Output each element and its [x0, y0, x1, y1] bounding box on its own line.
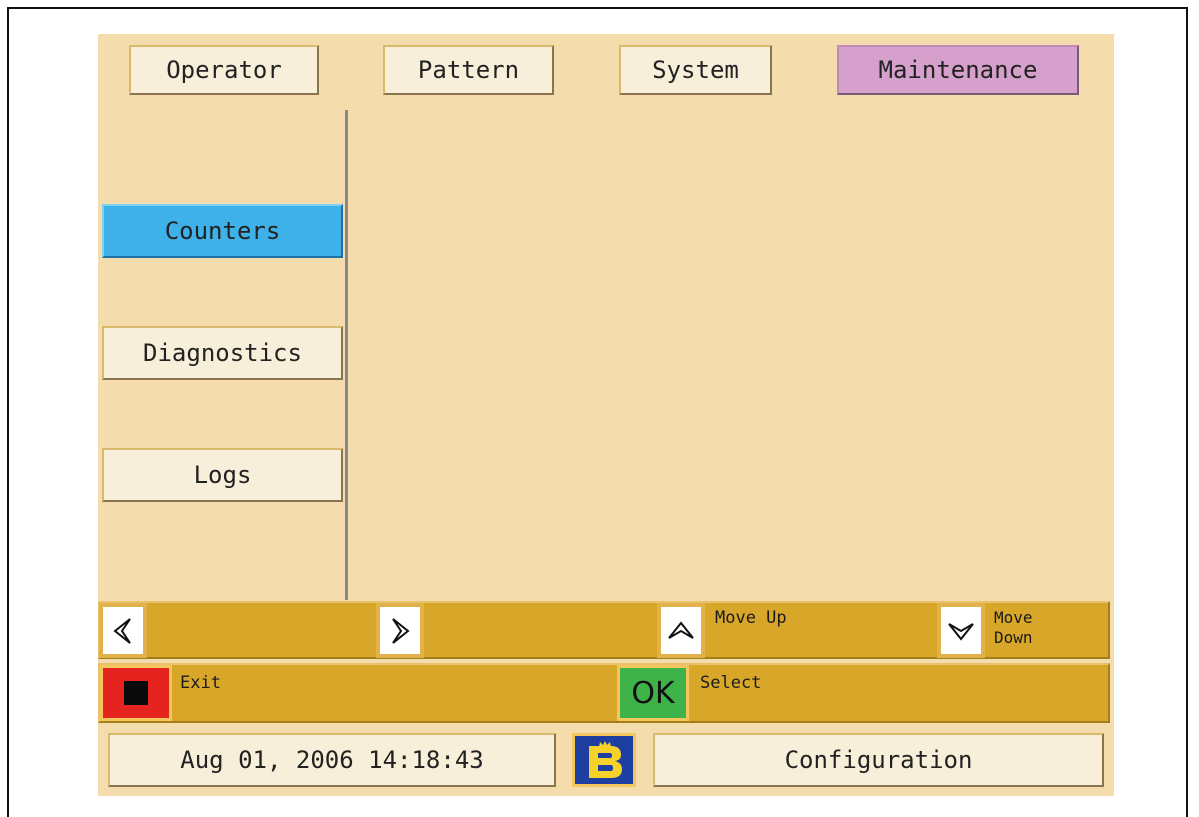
select-label: Select: [700, 673, 762, 693]
arrow-left-icon[interactable]: [99, 603, 147, 658]
sidebar-item-counters[interactable]: Counters: [102, 204, 343, 258]
exit-label: Exit: [180, 673, 221, 693]
tab-operator[interactable]: Operator: [129, 45, 319, 95]
arrow-right-icon[interactable]: [376, 603, 424, 658]
arrow-down-icon[interactable]: [937, 603, 985, 658]
stop-icon[interactable]: [100, 665, 172, 721]
arrow-up-icon[interactable]: [657, 603, 705, 658]
mode-display: Configuration: [653, 733, 1104, 787]
brand-logo-icon: [572, 733, 636, 787]
move-down-line2: Down: [994, 628, 1033, 647]
tab-maintenance[interactable]: Maintenance: [837, 45, 1079, 95]
sidebar-item-diagnostics[interactable]: Diagnostics: [102, 326, 343, 380]
datetime-display: Aug 01, 2006 14:18:43: [108, 733, 556, 787]
sidebar-item-logs[interactable]: Logs: [102, 448, 343, 502]
move-down-label: Move Down: [994, 608, 1033, 648]
softkey-bar-bottom: [98, 663, 1110, 723]
tab-pattern[interactable]: Pattern: [383, 45, 554, 95]
tab-system[interactable]: System: [619, 45, 772, 95]
move-down-line1: Move: [994, 608, 1033, 627]
sidebar-divider: [345, 110, 348, 600]
move-up-label: Move Up: [715, 608, 787, 628]
ok-button[interactable]: OK: [617, 665, 689, 721]
